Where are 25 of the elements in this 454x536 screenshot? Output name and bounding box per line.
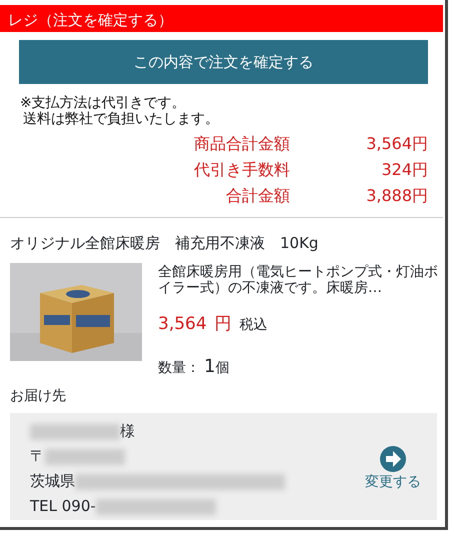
total-value: 324円	[380, 159, 428, 181]
payment-note: 送料は弊社で負担いたします。	[22, 111, 220, 127]
tax-note: 税込	[240, 316, 268, 334]
product-description: 全館床暖房用（電気ヒートポンプ式・灯油ボイラー式）の不凍液です。床暖房…	[158, 264, 439, 296]
page-header: レジ（注文を確定する）	[0, 5, 443, 32]
quantity-label: 数量：	[158, 359, 200, 378]
postal-mark: 〒	[30, 446, 45, 468]
product-title: オリジナル全館床暖房 補充用不凍液 10Kg	[10, 233, 320, 254]
total-label: 合計金額	[225, 185, 290, 207]
recipient-honorific: 様	[120, 421, 135, 442]
delivery-heading: お届け先	[10, 387, 67, 406]
total-value: 3,564円	[365, 133, 428, 155]
quantity-unit: 個	[215, 359, 230, 378]
quantity-value: 1	[204, 355, 216, 379]
total-value: 3,888円	[365, 185, 428, 207]
total-label: 代引き手数料	[193, 159, 290, 181]
prefecture-text: 茨城県	[30, 471, 75, 492]
currency-label: 円	[214, 312, 232, 336]
confirm-order-button[interactable]: この内容で注文を確定する	[19, 40, 428, 84]
product-price: 3,564	[158, 312, 207, 336]
phone-text: TEL 090-	[30, 496, 96, 518]
change-address-link[interactable]: 変更する	[365, 419, 421, 520]
arrow-right-icon	[380, 446, 406, 472]
total-label: 商品合計金額	[193, 133, 290, 155]
payment-note: ※支払方法は代引きです。	[20, 95, 187, 111]
